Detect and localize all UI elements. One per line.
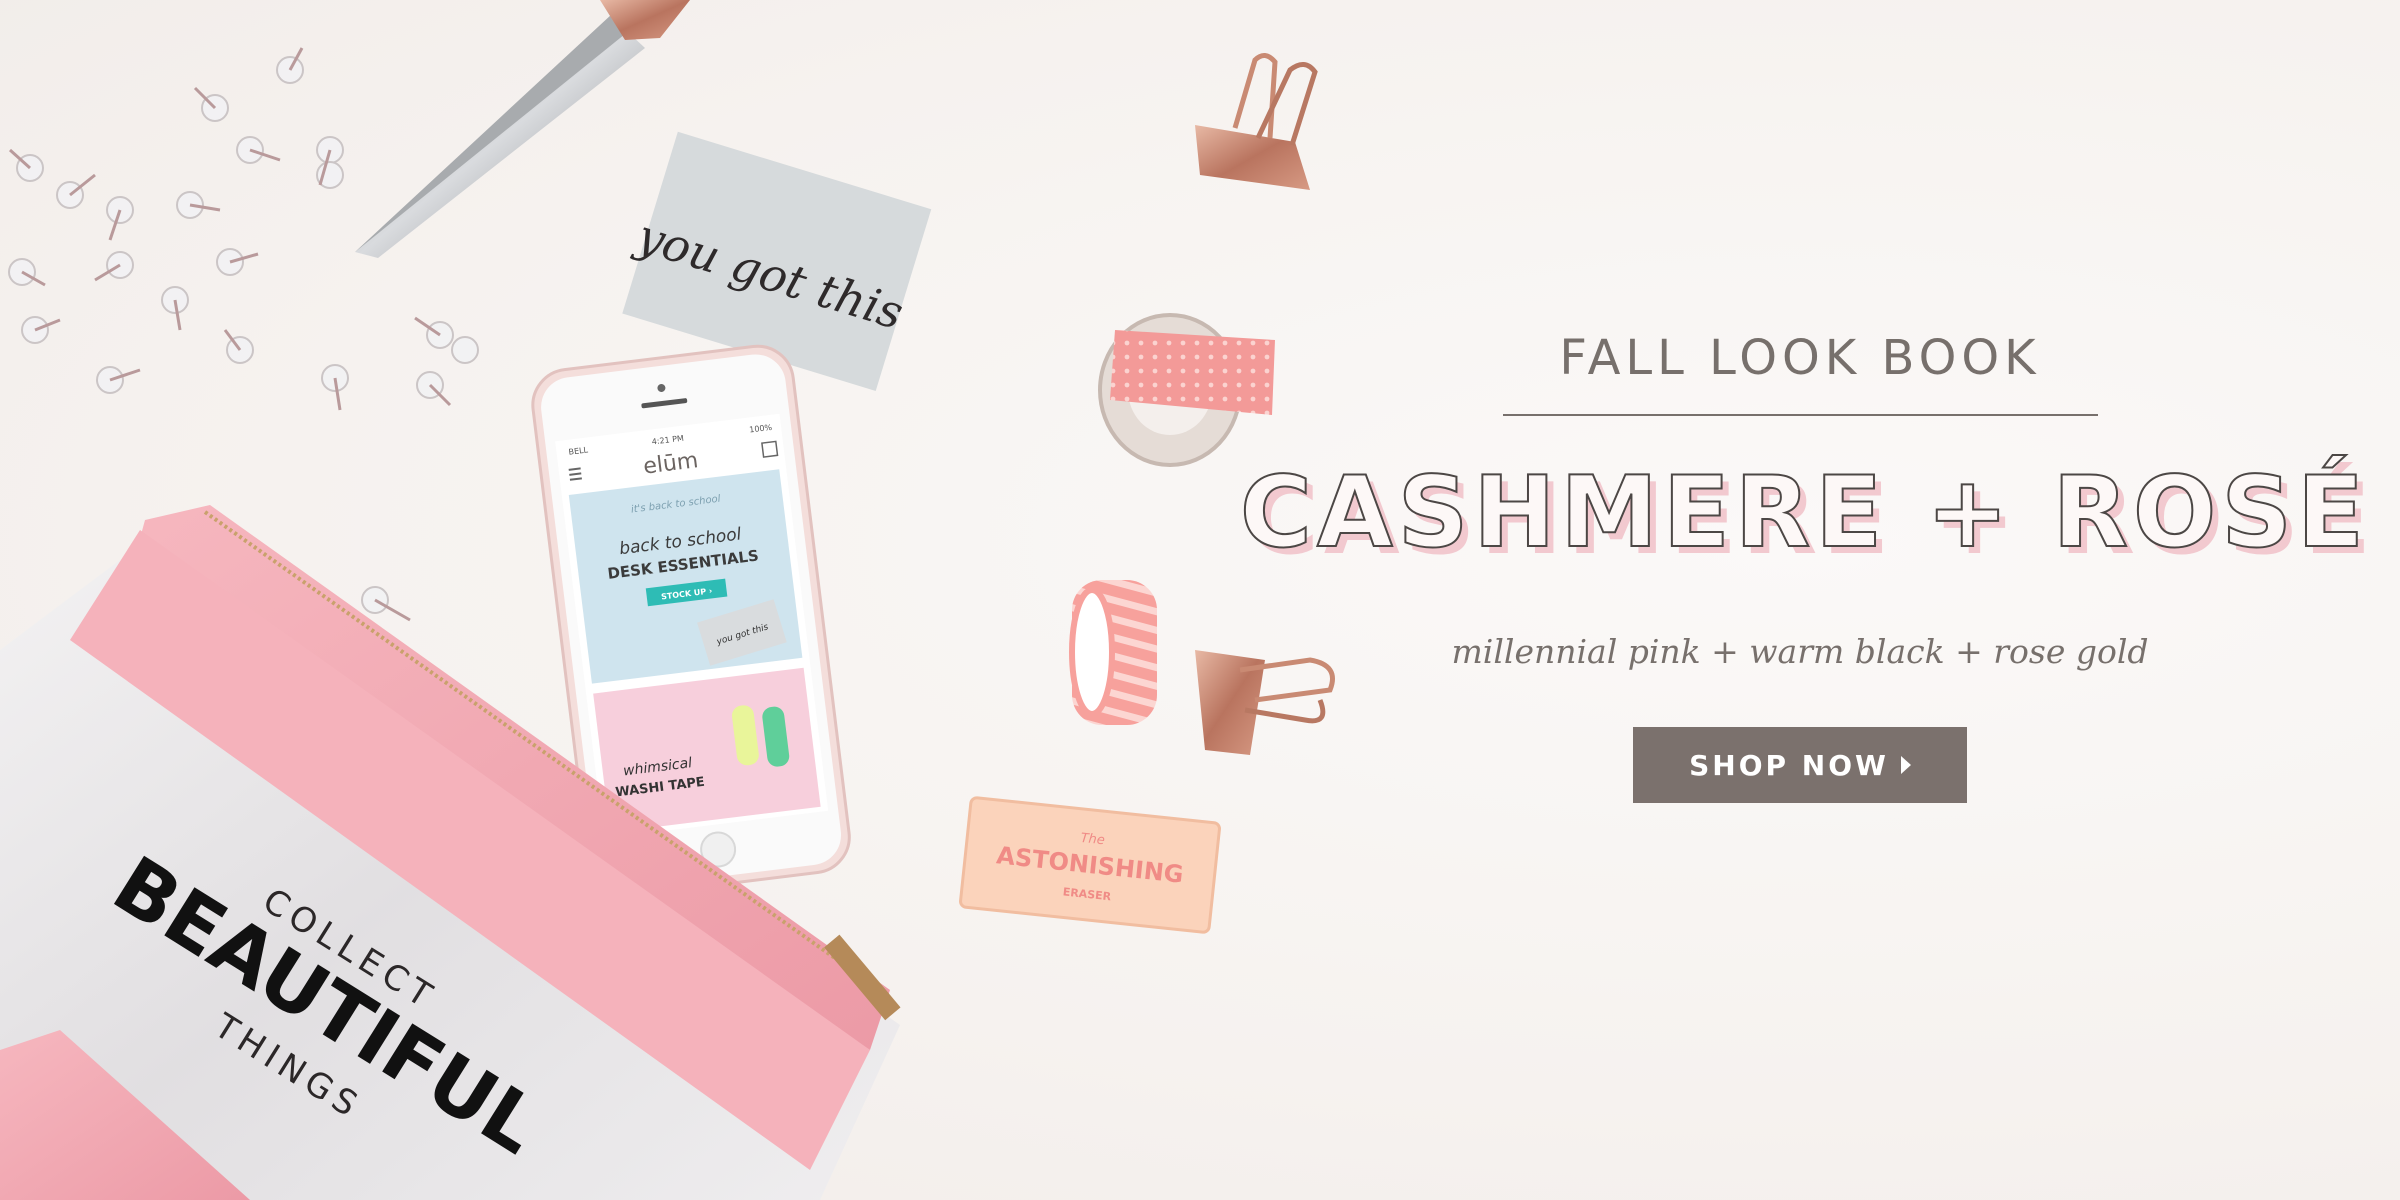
hero-banner: you got this BELL 4:21 PM 100% elūm it's… — [0, 0, 2400, 1200]
scissors-icon — [355, 0, 690, 258]
product-photo: you got this BELL 4:21 PM 100% elūm it's… — [0, 0, 1335, 1200]
shop-now-button[interactable]: SHOP NOW — [1633, 727, 1967, 803]
shop-now-label: SHOP NOW — [1689, 748, 1889, 782]
kicker-heading: FALL LOOK BOOK — [1559, 330, 2041, 386]
hero-headline: CASHMERE + ROSÉ — [1239, 455, 2369, 571]
washi-tape-stripes — [1069, 580, 1157, 725]
divider — [1502, 414, 2098, 416]
hero-copy: FALL LOOK BOOK CASHMERE + ROSÉ millennia… — [1239, 330, 2369, 803]
chevron-right-icon — [1900, 756, 1911, 774]
svg-text:The: The — [1080, 831, 1106, 848]
eraser: The ASTONISHING ERASER — [959, 796, 1221, 934]
hero-tagline: millennial pink + warm black + rose gold — [1451, 632, 2149, 671]
binder-clip-icon — [1195, 53, 1318, 190]
